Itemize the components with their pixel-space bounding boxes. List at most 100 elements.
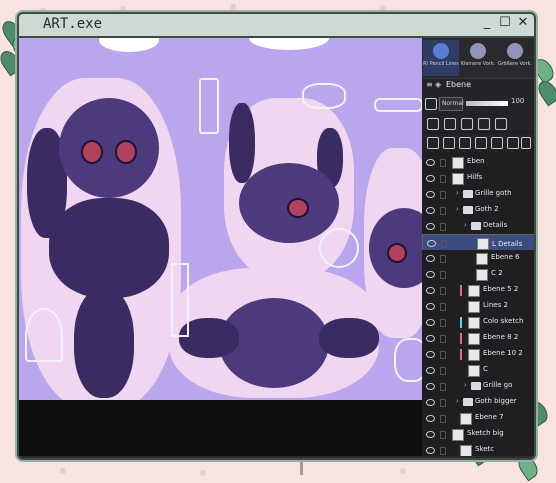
visibility-icon[interactable] xyxy=(426,399,435,406)
lock-icon[interactable] xyxy=(440,287,446,295)
minimize-button[interactable]: _ xyxy=(480,16,494,30)
lock-icon[interactable] xyxy=(440,223,446,231)
lock-icon[interactable] xyxy=(440,159,446,167)
lock-icon[interactable] xyxy=(440,447,446,455)
menu-icon[interactable]: ≡ xyxy=(426,80,433,89)
opacity-slider[interactable] xyxy=(466,101,508,106)
expand-arrow-icon[interactable]: › xyxy=(456,189,459,197)
new-vector-layer-icon[interactable] xyxy=(443,137,455,149)
visibility-icon[interactable] xyxy=(426,207,435,214)
layer-name: Ebene 10 2 xyxy=(483,349,523,357)
layer-lock-row xyxy=(422,115,534,131)
lock-icon[interactable] xyxy=(440,351,446,359)
maximize-button[interactable]: ☐ xyxy=(498,16,512,30)
pencil-brush-icon xyxy=(433,43,449,59)
visibility-icon[interactable] xyxy=(426,191,435,198)
lock-icon[interactable] xyxy=(440,207,446,215)
merge-icon[interactable] xyxy=(475,137,487,149)
layer-row[interactable]: Sketc xyxy=(422,442,534,456)
lock-transparency-icon[interactable] xyxy=(427,118,439,130)
key-sketch xyxy=(374,98,422,112)
lock-icon[interactable] xyxy=(444,118,456,130)
mask-add-icon[interactable] xyxy=(507,137,519,149)
copy-icon[interactable] xyxy=(491,137,503,149)
layer-name: C xyxy=(483,365,488,373)
visibility-icon[interactable] xyxy=(426,351,435,358)
visibility-icon[interactable] xyxy=(426,447,435,454)
lock-icon[interactable] xyxy=(440,175,446,183)
visibility-icon[interactable] xyxy=(426,175,435,182)
visibility-icon[interactable] xyxy=(426,287,435,294)
lock-icon[interactable] xyxy=(440,431,446,439)
new-folder-icon[interactable] xyxy=(459,137,471,149)
expand-arrow-icon[interactable]: › xyxy=(456,397,459,405)
tab-label: Ri Pencil Lines xyxy=(423,61,459,67)
brush-icon xyxy=(507,43,523,59)
new-layer-icon[interactable] xyxy=(427,137,439,149)
layer-actions-row xyxy=(422,134,534,150)
tab-small-brush[interactable]: Kleinere Vork. xyxy=(460,40,496,76)
lock-icon[interactable] xyxy=(440,335,446,343)
character-head xyxy=(59,98,159,198)
lock-icon[interactable] xyxy=(440,191,446,199)
expand-arrow-icon[interactable]: › xyxy=(464,381,467,389)
visibility-icon[interactable] xyxy=(427,240,436,247)
layer-thumbnail xyxy=(468,365,480,377)
lock-icon[interactable] xyxy=(440,303,446,311)
layer-thumbnail xyxy=(468,317,480,329)
layer-name: Ebene 7 xyxy=(475,413,504,421)
visibility-icon[interactable] xyxy=(426,271,435,278)
close-button[interactable]: ✕ xyxy=(516,16,530,30)
lock-icon[interactable] xyxy=(440,271,446,279)
layer-type-icon[interactable] xyxy=(425,98,437,110)
app-window: ART.exe _ ☐ ✕ Ri Pencil Lines Kleinere V… xyxy=(17,12,536,460)
layer-name: Sketc xyxy=(475,445,495,453)
title-bar[interactable]: ART.exe _ ☐ ✕ xyxy=(19,14,534,38)
trash-icon[interactable] xyxy=(521,137,531,149)
canvas-overflow-area xyxy=(19,400,422,456)
expand-arrow-icon[interactable]: › xyxy=(464,221,467,229)
layer-name: C 2 xyxy=(491,269,503,277)
folder-icon xyxy=(463,190,473,198)
lock-icon[interactable] xyxy=(440,415,446,423)
lock-icon[interactable] xyxy=(441,240,447,248)
lock-icon[interactable] xyxy=(440,367,446,375)
visibility-icon[interactable] xyxy=(426,431,435,438)
visibility-icon[interactable] xyxy=(426,255,435,262)
visibility-icon[interactable] xyxy=(426,319,435,326)
lock-icon[interactable] xyxy=(440,319,446,327)
expand-arrow-icon[interactable]: › xyxy=(456,205,459,213)
bg-dot xyxy=(60,468,66,474)
lock-icon[interactable] xyxy=(440,383,446,391)
layer-name: Hilfs xyxy=(467,173,483,181)
character-legs xyxy=(74,288,134,398)
layer-name: Colo sketch xyxy=(483,317,524,325)
visibility-icon[interactable] xyxy=(426,415,435,422)
layer-thumbnail xyxy=(476,253,488,265)
visibility-icon[interactable] xyxy=(426,367,435,374)
opacity-value[interactable]: 100 xyxy=(511,97,524,105)
lock-icon[interactable] xyxy=(440,399,446,407)
tab-large-brush[interactable]: Größere Vork. xyxy=(497,40,533,76)
layer-name-field[interactable]: Ebene xyxy=(446,80,471,89)
layer-name: Goth bigger xyxy=(475,397,517,405)
reference-icon[interactable] xyxy=(478,118,490,130)
cross-sketch xyxy=(171,263,189,337)
tab-label: Größere Vork. xyxy=(497,61,533,67)
visibility-icon[interactable] xyxy=(426,383,435,390)
visibility-icon[interactable] xyxy=(426,335,435,342)
bg-dot xyxy=(380,5,386,11)
drawing-canvas[interactable] xyxy=(19,38,422,400)
blend-mode-select[interactable]: Normal xyxy=(439,97,464,111)
visibility-icon[interactable] xyxy=(426,303,435,310)
mask-icon[interactable] xyxy=(495,118,507,130)
layers-icon: ◈ xyxy=(435,80,442,89)
layer-name: Goth 2 xyxy=(475,205,499,213)
visibility-icon[interactable] xyxy=(426,223,435,230)
layer-thumbnail xyxy=(468,349,480,361)
tab-pencil[interactable]: Ri Pencil Lines xyxy=(423,40,459,76)
clip-icon[interactable] xyxy=(461,118,473,130)
visibility-icon[interactable] xyxy=(426,159,435,166)
lock-icon[interactable] xyxy=(440,255,446,263)
moth-wing xyxy=(319,318,379,358)
